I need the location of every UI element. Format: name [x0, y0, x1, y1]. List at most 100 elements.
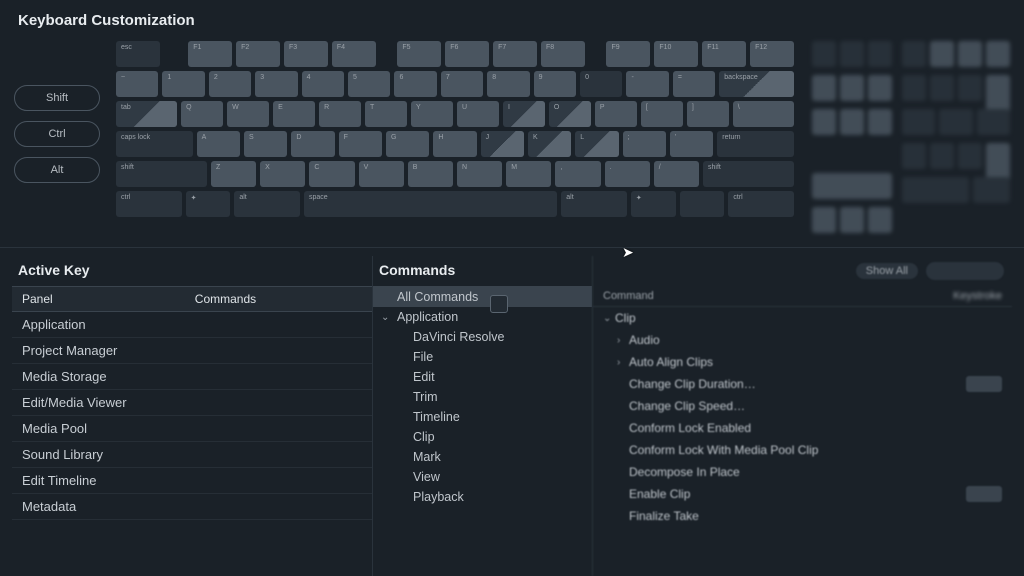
- command-item[interactable]: ⌄Clip: [593, 307, 1012, 329]
- panel-row[interactable]: Project Manager: [12, 338, 372, 364]
- key-comma[interactable]: ,: [555, 161, 600, 187]
- key-menu[interactable]: [680, 191, 725, 217]
- key-rwin[interactable]: ✦: [631, 191, 676, 217]
- key-f9[interactable]: F9: [606, 41, 650, 67]
- key-t[interactable]: T: [365, 101, 407, 127]
- key-j[interactable]: J: [481, 131, 524, 157]
- alt-toggle[interactable]: Alt: [14, 157, 100, 183]
- tree-item[interactable]: ⌄Application: [373, 307, 592, 327]
- key-slash[interactable]: /: [654, 161, 699, 187]
- key-f3[interactable]: F3: [284, 41, 328, 67]
- command-search[interactable]: [926, 262, 1004, 280]
- command-item[interactable]: Decompose In Place: [593, 461, 1012, 483]
- key-h[interactable]: H: [433, 131, 476, 157]
- key-6[interactable]: 6: [394, 71, 436, 97]
- command-item[interactable]: Conform Lock With Media Pool Clip: [593, 439, 1012, 461]
- key-f2[interactable]: F2: [236, 41, 280, 67]
- key-w[interactable]: W: [227, 101, 269, 127]
- tree-item[interactable]: Timeline: [373, 407, 592, 427]
- key-rshift[interactable]: shift: [703, 161, 794, 187]
- key-f7[interactable]: F7: [493, 41, 537, 67]
- panel-row[interactable]: Media Pool: [12, 416, 372, 442]
- command-item[interactable]: Change Clip Duration…: [593, 373, 1012, 395]
- key-1[interactable]: 1: [162, 71, 204, 97]
- key-8[interactable]: 8: [487, 71, 529, 97]
- shift-toggle[interactable]: Shift: [14, 85, 100, 111]
- key-f10[interactable]: F10: [654, 41, 698, 67]
- key-u[interactable]: U: [457, 101, 499, 127]
- key-minus[interactable]: -: [626, 71, 668, 97]
- key-f5[interactable]: F5: [397, 41, 441, 67]
- key-rctrl[interactable]: ctrl: [728, 191, 794, 217]
- key-v[interactable]: V: [359, 161, 404, 187]
- key-e[interactable]: E: [273, 101, 315, 127]
- tree-item[interactable]: Playback: [373, 487, 592, 507]
- key-p[interactable]: P: [595, 101, 637, 127]
- command-item[interactable]: ›Audio: [593, 329, 1012, 351]
- key-esc[interactable]: esc: [116, 41, 160, 67]
- key-3[interactable]: 3: [255, 71, 297, 97]
- key-2[interactable]: 2: [209, 71, 251, 97]
- panel-row[interactable]: Application: [12, 312, 372, 338]
- panel-row[interactable]: Edit Timeline: [12, 468, 372, 494]
- key-lbrack[interactable]: [: [641, 101, 683, 127]
- panel-row[interactable]: Metadata: [12, 494, 372, 520]
- key-n[interactable]: N: [457, 161, 502, 187]
- key-lalt[interactable]: alt: [234, 191, 300, 217]
- key-ralt[interactable]: alt: [561, 191, 627, 217]
- key-lshift[interactable]: shift: [116, 161, 207, 187]
- key-f12[interactable]: F12: [750, 41, 794, 67]
- key-c[interactable]: C: [309, 161, 354, 187]
- tree-item[interactable]: Trim: [373, 387, 592, 407]
- key-tilde[interactable]: ~: [116, 71, 158, 97]
- ctrl-toggle[interactable]: Ctrl: [14, 121, 100, 147]
- tree-item[interactable]: View: [373, 467, 592, 487]
- tree-item[interactable]: File: [373, 347, 592, 367]
- command-item[interactable]: Conform Lock Enabled: [593, 417, 1012, 439]
- key-f11[interactable]: F11: [702, 41, 746, 67]
- key-r[interactable]: R: [319, 101, 361, 127]
- key-m[interactable]: M: [506, 161, 551, 187]
- tree-item[interactable]: DaVinci Resolve: [373, 327, 592, 347]
- key-f1[interactable]: F1: [188, 41, 232, 67]
- key-f6[interactable]: F6: [445, 41, 489, 67]
- key-bslash[interactable]: \: [733, 101, 794, 127]
- key-q[interactable]: Q: [181, 101, 223, 127]
- key-quote[interactable]: ': [670, 131, 713, 157]
- key-f[interactable]: F: [339, 131, 382, 157]
- tree-item[interactable]: Edit: [373, 367, 592, 387]
- key-tab[interactable]: tab: [116, 101, 177, 127]
- key-backspace[interactable]: backspace: [719, 71, 794, 97]
- key-x[interactable]: X: [260, 161, 305, 187]
- key-s[interactable]: S: [244, 131, 287, 157]
- show-all-dropdown[interactable]: Show All: [856, 263, 918, 279]
- active-key-lock-checkbox[interactable]: [490, 295, 508, 313]
- command-item[interactable]: ›Auto Align Clips: [593, 351, 1012, 373]
- key-equal[interactable]: =: [673, 71, 715, 97]
- key-4[interactable]: 4: [302, 71, 344, 97]
- key-rbrack[interactable]: ]: [687, 101, 729, 127]
- key-lctrl[interactable]: ctrl: [116, 191, 182, 217]
- key-b[interactable]: B: [408, 161, 453, 187]
- key-o[interactable]: O: [549, 101, 591, 127]
- key-semi[interactable]: ;: [623, 131, 666, 157]
- key-g[interactable]: G: [386, 131, 429, 157]
- tree-item[interactable]: Mark: [373, 447, 592, 467]
- key-period[interactable]: .: [605, 161, 650, 187]
- tree-item[interactable]: Clip: [373, 427, 592, 447]
- key-5[interactable]: 5: [348, 71, 390, 97]
- key-return[interactable]: return: [717, 131, 794, 157]
- command-item[interactable]: Change Clip Speed…: [593, 395, 1012, 417]
- key-lwin[interactable]: ✦: [186, 191, 231, 217]
- key-9[interactable]: 9: [534, 71, 576, 97]
- key-i[interactable]: I: [503, 101, 545, 127]
- tree-item[interactable]: All Commands: [373, 287, 592, 307]
- key-0[interactable]: 0: [580, 71, 622, 97]
- command-item[interactable]: Finalize Take: [593, 505, 1012, 527]
- panel-row[interactable]: Sound Library: [12, 442, 372, 468]
- key-y[interactable]: Y: [411, 101, 453, 127]
- key-k[interactable]: K: [528, 131, 571, 157]
- key-caps[interactable]: caps lock: [116, 131, 193, 157]
- key-f8[interactable]: F8: [541, 41, 585, 67]
- key-7[interactable]: 7: [441, 71, 483, 97]
